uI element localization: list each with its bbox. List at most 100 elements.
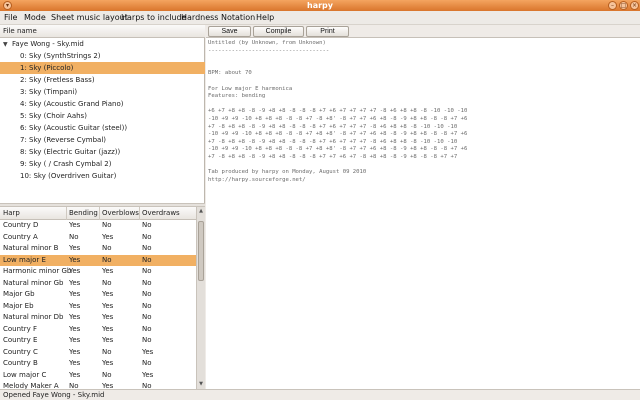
table-row[interactable]: Natural minor Db Yes Yes No: [0, 312, 196, 324]
tree-track-item[interactable]: 3: Sky (Timpani): [0, 86, 205, 98]
harp-table-header: Harp Bending Overblows Overdraws: [0, 207, 196, 220]
harp-name-cell: Country D: [3, 221, 39, 229]
overdraws-cell: No: [142, 267, 152, 275]
tab-text-editor[interactable]: Untitled (by Unknown, from Unknown) ----…: [208, 40, 638, 389]
tree-track-item[interactable]: 8: Sky (Electric Guitar (jazz)): [0, 146, 205, 158]
tree-track-item[interactable]: 5: Sky (Choir Aahs): [0, 110, 205, 122]
table-row[interactable]: Natural minor Gb Yes No No: [0, 278, 196, 290]
menu-mode[interactable]: Mode: [24, 11, 46, 25]
menu-notation[interactable]: Notation: [221, 11, 255, 25]
scroll-down-icon[interactable]: ▼: [197, 380, 205, 389]
bending-cell: Yes: [69, 301, 81, 310]
harp-name-cell: Natural minor B: [3, 244, 59, 252]
bending-cell: Yes: [69, 313, 81, 321]
table-row[interactable]: Country A No Yes No: [0, 232, 196, 244]
overblows-cell: No: [102, 278, 112, 287]
tree-track-item[interactable]: 7: Sky (Reverse Cymbal): [0, 134, 205, 146]
harp-name-cell: Country E: [3, 336, 38, 344]
bending-cell: Yes: [69, 347, 81, 356]
bending-cell: No: [69, 382, 79, 389]
table-row[interactable]: Harmonic minor Gb Yes Yes No: [0, 266, 196, 278]
status-text: Opened Faye Wong - Sky.mid: [3, 391, 105, 399]
overdraws-cell: No: [142, 324, 152, 333]
tree-track-item[interactable]: 0: Sky (SynthStrings 2): [0, 50, 205, 62]
harp-table[interactable]: Country D Yes No No Country A No Yes No Natural …: [0, 220, 196, 389]
overdraws-cell: No: [142, 221, 152, 229]
harp-name-cell: Low major E: [3, 255, 46, 264]
table-row[interactable]: Natural minor B Yes No No: [0, 243, 196, 255]
table-row[interactable]: Melody Maker A No Yes No: [0, 381, 196, 389]
harp-name-cell: Country B: [3, 359, 38, 367]
tree-track-item[interactable]: 1: Sky (Piccolo): [0, 62, 205, 74]
harp-column-header[interactable]: Harp: [3, 207, 20, 220]
expander-down-icon[interactable]: ▼: [3, 39, 12, 51]
table-row[interactable]: Country F Yes Yes No: [0, 324, 196, 336]
bending-column-header[interactable]: Bending: [69, 207, 98, 220]
tree-track-item[interactable]: 4: Sky (Acoustic Grand Piano): [0, 98, 205, 110]
menu-help[interactable]: Help: [256, 11, 274, 25]
overblows-cell: No: [102, 347, 112, 356]
table-row[interactable]: Country E Yes Yes No: [0, 335, 196, 347]
right-pane: Save Compile Print Untitled (by Unknown,…: [206, 25, 640, 389]
menu-harps-to-include[interactable]: Harps to include: [121, 11, 187, 25]
tree-track-item[interactable]: 10: Sky (Overdriven Guitar): [0, 170, 205, 182]
close-icon[interactable]: ×: [630, 1, 639, 10]
overdraws-cell: No: [142, 382, 152, 389]
title-bar: ▾ harpy – □ ×: [0, 0, 640, 11]
bending-cell: Yes: [69, 221, 81, 229]
overblows-cell: Yes: [102, 336, 114, 344]
table-row[interactable]: Country C Yes No Yes: [0, 347, 196, 359]
overblows-column-header[interactable]: Overblows: [102, 207, 139, 220]
overdraws-cell: No: [142, 336, 152, 344]
menu-bar: File Mode Sheet music layout Harps to in…: [0, 11, 640, 25]
overblows-cell: No: [102, 370, 112, 379]
file-name-column-header[interactable]: File name: [0, 25, 205, 38]
bending-cell: Yes: [69, 267, 81, 275]
harp-name-cell: Country F: [3, 324, 38, 333]
compile-button[interactable]: Compile: [253, 26, 304, 37]
overblows-cell: Yes: [102, 313, 114, 321]
overdraws-cell: Yes: [142, 370, 154, 379]
table-row[interactable]: Country D Yes No No: [0, 220, 196, 232]
overdraws-column-header[interactable]: Overdraws: [142, 207, 180, 220]
overblows-cell: No: [102, 244, 112, 252]
table-row[interactable]: Major Eb Yes Yes No: [0, 301, 196, 313]
harp-name-cell: Harmonic minor Gb: [3, 267, 72, 275]
harp-name-cell: Low major C: [3, 370, 47, 379]
overblows-cell: Yes: [102, 301, 114, 310]
scroll-up-icon[interactable]: ▲: [197, 207, 205, 216]
overdraws-cell: No: [142, 278, 152, 287]
overblows-cell: Yes: [102, 267, 114, 275]
tree-track-item[interactable]: 6: Sky (Acoustic Guitar (steel)): [0, 122, 205, 134]
table-row[interactable]: Major Gb Yes Yes No: [0, 289, 196, 301]
tree-track-item[interactable]: 2: Sky (Fretless Bass): [0, 74, 205, 86]
file-tree[interactable]: ▼ Faye Wong - Sky.mid 0: Sky (SynthString…: [0, 38, 205, 203]
print-button[interactable]: Print: [306, 26, 349, 37]
harp-table-scrollbar[interactable]: ▲ ▼: [196, 207, 205, 389]
menu-hardness[interactable]: Hardness: [181, 11, 218, 25]
overblows-cell: Yes: [102, 382, 114, 389]
table-row[interactable]: Low major E Yes No No: [0, 254, 196, 266]
scrollbar-thumb[interactable]: [198, 221, 204, 281]
table-row[interactable]: Country B Yes Yes No: [0, 358, 196, 370]
bending-cell: Yes: [69, 244, 81, 252]
maximize-icon[interactable]: □: [619, 1, 628, 10]
menu-sheet-music-layout[interactable]: Sheet music layout: [51, 11, 128, 25]
overblows-cell: Yes: [102, 290, 114, 298]
tree-root-file[interactable]: ▼ Faye Wong - Sky.mid: [0, 38, 205, 50]
bending-cell: Yes: [69, 290, 81, 298]
bending-cell: Yes: [69, 336, 81, 344]
tree-track-item[interactable]: 9: Sky ( / Crash Cymbal 2): [0, 158, 205, 170]
menu-file[interactable]: File: [4, 11, 17, 25]
overdraws-cell: No: [142, 301, 152, 310]
harp-name-cell: Major Eb: [3, 301, 34, 310]
overblows-cell: Yes: [102, 232, 114, 241]
table-row[interactable]: Low major C Yes No Yes: [0, 370, 196, 382]
minimize-icon[interactable]: –: [608, 1, 617, 10]
bending-cell: Yes: [69, 359, 81, 367]
left-pane: File name ▼ Faye Wong - Sky.mid 0: Sky (S…: [0, 25, 205, 389]
harp-name-cell: Melody Maker A: [3, 382, 59, 389]
harp-name-cell: Country C: [3, 347, 38, 356]
overblows-cell: Yes: [102, 359, 114, 367]
save-button[interactable]: Save: [208, 26, 251, 37]
